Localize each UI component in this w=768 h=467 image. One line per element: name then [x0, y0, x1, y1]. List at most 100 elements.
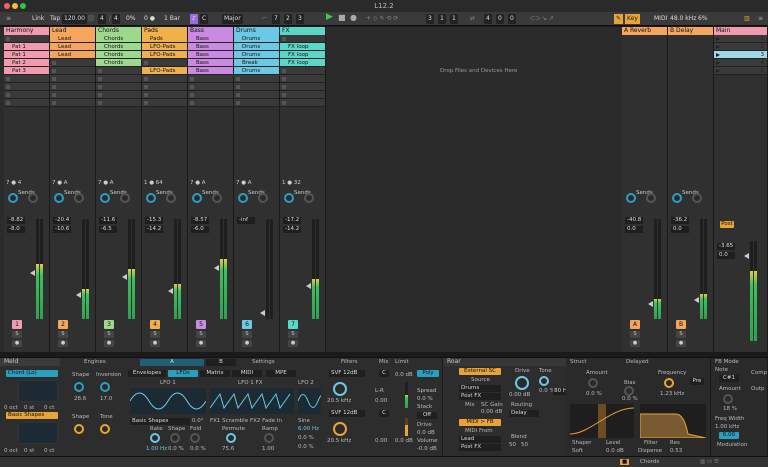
clip-slot[interactable] — [142, 91, 187, 99]
sc-gain-value[interactable]: 0.00 dB — [481, 409, 502, 415]
stop-clip-icon[interactable] — [282, 93, 286, 97]
stop-clip-icon[interactable] — [190, 93, 194, 97]
track-header[interactable]: Pads — [142, 27, 187, 35]
clip-slot[interactable]: Pat 3 — [4, 67, 49, 75]
scene-launch[interactable]: 5 — [714, 67, 767, 75]
clip-slot[interactable]: Drums — [234, 43, 279, 51]
clip-slot[interactable] — [280, 83, 325, 91]
track-header[interactable]: Chords — [96, 27, 141, 35]
track-activator[interactable]: B — [676, 320, 686, 329]
clip-slot[interactable] — [50, 99, 95, 107]
stop-clip-icon[interactable] — [52, 61, 56, 65]
scene-play-icon[interactable] — [716, 45, 720, 49]
stop-clip-icon[interactable] — [6, 85, 10, 89]
send-a-knob[interactable] — [626, 193, 636, 203]
routing-select[interactable]: Delay — [509, 410, 539, 417]
zoom-icons[interactable]: ▥ ▭ ☰ — [700, 459, 719, 465]
loop-len-six[interactable]: 0 — [508, 14, 516, 24]
clip-slot[interactable] — [280, 75, 325, 83]
stop-clip-icon[interactable] — [190, 85, 194, 89]
clip-slot[interactable]: Bass — [188, 35, 233, 43]
osc-a-select[interactable]: Chord (Lo) — [6, 370, 58, 377]
solo-button[interactable]: S — [104, 331, 114, 338]
solo-button[interactable]: S — [58, 331, 68, 338]
clip-slot[interactable]: Drums — [234, 67, 279, 75]
track-pads[interactable]: Pads Pads LFO-Pads LFO-Pads LFO-Pads 1 ● 64 Se… — [142, 27, 188, 352]
volume-value[interactable]: -11.6 — [99, 217, 117, 224]
permute-knob[interactable] — [226, 433, 236, 443]
stop-clip-icon[interactable] — [52, 101, 56, 105]
send-a-knob[interactable] — [8, 193, 18, 203]
clip-slot[interactable] — [96, 99, 141, 107]
st-b[interactable]: 0 st — [24, 448, 34, 454]
clip-slot[interactable] — [50, 67, 95, 75]
send-b-knob[interactable] — [258, 193, 268, 203]
oct-a[interactable]: 0 oct — [4, 405, 18, 411]
scene-play-icon[interactable] — [716, 53, 720, 57]
quantize-menu[interactable]: 1 Bar — [162, 14, 182, 24]
stop-clip-icon[interactable] — [190, 101, 194, 105]
poly-button[interactable]: Poly — [417, 370, 439, 377]
drop-zone[interactable] — [326, 27, 622, 352]
track-lead[interactable]: Lead Lead Lead Lead 7 ● A Sends -20.4 -10.6 2 S ● — [50, 27, 96, 352]
rate-knob[interactable] — [150, 433, 160, 443]
track-drums[interactable]: Drums Drums Drums Drums Break Drums 7 ● A Sends… — [234, 27, 280, 352]
solo-button[interactable]: S — [12, 331, 22, 338]
clip-slot[interactable]: Bass — [188, 59, 233, 67]
clip-slot[interactable] — [50, 91, 95, 99]
clip-slot[interactable]: Pat 1 — [4, 43, 49, 51]
stop-clip-icon[interactable] — [144, 85, 148, 89]
solo-button[interactable]: S — [196, 331, 206, 338]
stop-clip-icon[interactable] — [190, 77, 194, 81]
midi-from-select[interactable]: Lead — [459, 436, 501, 443]
clip-slot[interactable]: Chords — [96, 59, 141, 67]
loop-start-bar[interactable]: 3 — [426, 14, 434, 24]
lfo2-shape[interactable]: Sine — [298, 418, 310, 424]
pos-beat[interactable]: 2 — [284, 14, 292, 24]
lfos-tab[interactable]: LFOs — [168, 370, 198, 377]
io-row[interactable]: 7 ● 4 — [4, 179, 49, 188]
filter2-type[interactable]: SVF 12dB — [329, 410, 365, 417]
clip-slot[interactable]: Chords — [96, 51, 141, 59]
stop-clip-icon[interactable] — [6, 37, 10, 41]
clip-slot[interactable] — [142, 99, 187, 107]
stop-clip-icon[interactable] — [144, 101, 148, 105]
clip-slot[interactable] — [280, 91, 325, 99]
stop-clip-icon[interactable] — [282, 69, 286, 73]
clip-slot[interactable] — [4, 99, 49, 107]
send-b-knob[interactable] — [304, 193, 314, 203]
clip-slot[interactable] — [188, 75, 233, 83]
clip-slot[interactable]: FX loop — [280, 59, 325, 67]
pan-value[interactable]: -14.2 — [283, 226, 301, 233]
lfo2-offset[interactable]: 0.0 % — [298, 444, 314, 450]
ramp-knob[interactable] — [264, 433, 274, 443]
volume-fader[interactable] — [306, 283, 311, 289]
scene-play-icon[interactable] — [716, 61, 720, 65]
clip-slot[interactable] — [234, 91, 279, 99]
clip-slot[interactable]: Pat 2 — [4, 59, 49, 67]
pre-button[interactable]: Pre — [690, 378, 704, 385]
tempo-field[interactable]: 120.00 — [62, 14, 87, 24]
send-a-knob[interactable] — [284, 193, 294, 203]
stop-clip-icon[interactable] — [236, 93, 240, 97]
stop-clip-icon[interactable] — [282, 101, 286, 105]
pan-value[interactable]: -8.0 — [7, 226, 25, 233]
solo-button[interactable]: S — [150, 331, 160, 338]
send-a-knob[interactable] — [100, 193, 110, 203]
track-activator[interactable]: 2 — [58, 320, 68, 329]
volume-value[interactable]: -36.2 — [671, 217, 689, 224]
ct-a[interactable]: 0 ct — [44, 405, 54, 411]
send-a-knob[interactable] — [146, 193, 156, 203]
shaper-type[interactable]: Soft — [572, 448, 583, 454]
send-b-knob[interactable] — [212, 193, 222, 203]
osc-b-select[interactable]: Basic Shapes — [6, 412, 58, 419]
envelopes-tab[interactable]: Envelopes — [128, 370, 166, 377]
tone-knob-roar[interactable] — [539, 376, 549, 386]
track-header[interactable]: Drums — [234, 27, 279, 35]
arm-button[interactable]: ● — [150, 340, 160, 347]
volume-fader[interactable] — [648, 301, 653, 307]
solo-button[interactable]: S — [288, 331, 298, 338]
stop-clip-icon[interactable] — [52, 69, 56, 73]
track-activator[interactable]: 3 — [104, 320, 114, 329]
mpe-tab[interactable]: MPE — [266, 370, 296, 377]
